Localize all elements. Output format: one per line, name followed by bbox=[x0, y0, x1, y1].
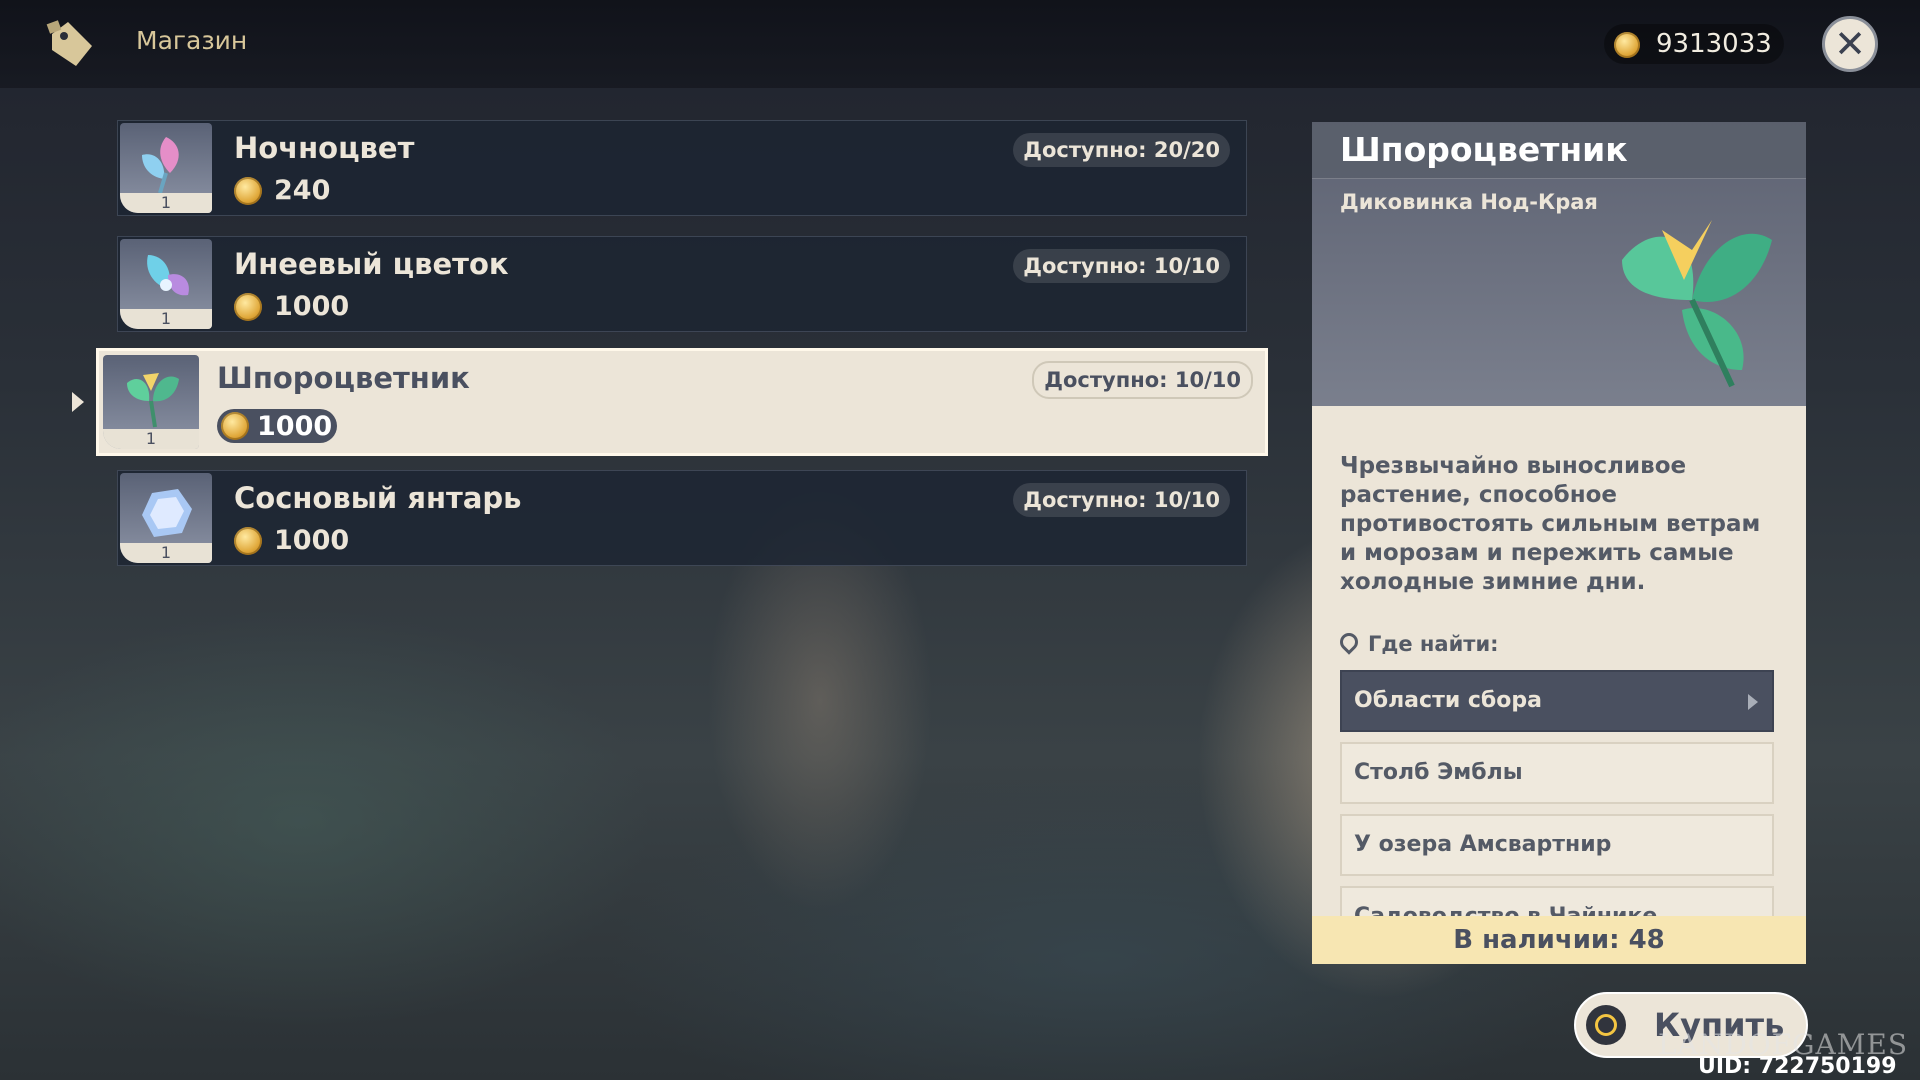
mora-coin-icon bbox=[234, 527, 262, 555]
mora-coin-icon bbox=[1614, 32, 1640, 58]
item-detail-panel: Шпороцветник Диковинка Нод-Края Чрезвыча… bbox=[1312, 122, 1806, 964]
currency-amount: 9313033 bbox=[1656, 29, 1772, 59]
item-thumbnail: 1 bbox=[103, 355, 199, 449]
shop-title: Магазин bbox=[136, 26, 248, 55]
mora-coin-icon bbox=[234, 293, 262, 321]
shop-item-row[interactable]: 1 Сосновый янтарь 1000 Доступно: 10/10 bbox=[117, 470, 1247, 566]
spur-flower-large-icon bbox=[1622, 220, 1772, 388]
item-thumbnail: 1 bbox=[120, 473, 212, 563]
item-name: Ночноцвет bbox=[234, 131, 415, 165]
item-price: 1000 bbox=[217, 409, 337, 443]
availability-badge: Доступно: 10/10 bbox=[1013, 249, 1230, 283]
shop-item-row[interactable]: 1 Инеевый цветок 1000 Доступно: 10/10 bbox=[117, 236, 1247, 332]
item-quantity: 1 bbox=[120, 193, 212, 213]
availability-badge: Доступно: 10/10 bbox=[1032, 361, 1253, 399]
close-icon: ✕ bbox=[1834, 22, 1866, 66]
item-name: Инеевый цветок bbox=[234, 247, 509, 281]
price-value: 1000 bbox=[257, 411, 333, 442]
shop-item-row[interactable]: 1 Ночноцвет 240 Доступно: 20/20 bbox=[117, 120, 1247, 216]
source-item[interactable]: Садоводство в Чайнике bbox=[1340, 886, 1774, 916]
item-thumbnail: 1 bbox=[120, 239, 212, 329]
item-quantity: 1 bbox=[120, 543, 212, 563]
price-value: 1000 bbox=[274, 525, 350, 556]
source-item[interactable]: У озера Амсвартнир bbox=[1340, 814, 1774, 876]
location-pin-icon bbox=[1336, 629, 1362, 655]
availability-badge: Доступно: 10/10 bbox=[1013, 483, 1230, 517]
shop-tag-icon bbox=[46, 20, 92, 66]
detail-body: Чрезвычайно выносливое растение, способн… bbox=[1312, 406, 1806, 916]
source-gathering-areas[interactable]: Области сбора bbox=[1340, 670, 1774, 732]
item-type: Диковинка Нод-Края bbox=[1340, 190, 1598, 214]
detail-title: Шпороцветник bbox=[1340, 130, 1628, 169]
mora-coin-icon bbox=[234, 177, 262, 205]
detail-header: Шпороцветник Диковинка Нод-Края bbox=[1312, 122, 1806, 406]
item-thumbnail: 1 bbox=[120, 123, 212, 213]
currency-display: 9313033 bbox=[1604, 24, 1784, 64]
selection-arrow-icon bbox=[72, 392, 84, 412]
item-description: Чрезвычайно выносливое растение, способн… bbox=[1340, 453, 1761, 595]
close-button[interactable]: ✕ bbox=[1822, 16, 1878, 72]
pine-amber-icon bbox=[142, 489, 192, 537]
item-name: Сосновый янтарь bbox=[234, 481, 522, 515]
price-value: 1000 bbox=[274, 291, 350, 322]
source-item[interactable]: Столб Эмблы bbox=[1340, 742, 1774, 804]
chevron-right-icon bbox=[1748, 694, 1758, 710]
night-flower-icon bbox=[142, 137, 179, 194]
spur-flower-icon bbox=[127, 373, 179, 428]
source-label: Столб Эмблы bbox=[1354, 760, 1523, 785]
item-quantity: 1 bbox=[120, 309, 212, 329]
availability-badge: Доступно: 20/20 bbox=[1013, 133, 1230, 167]
stock-count: В наличии: 48 bbox=[1312, 916, 1806, 964]
source-label: Области сбора bbox=[1354, 688, 1542, 713]
where-to-find-text: Где найти: bbox=[1368, 632, 1499, 656]
where-to-find-label: Где найти: bbox=[1336, 629, 1499, 656]
source-label: У озера Амсвартнир bbox=[1354, 832, 1612, 857]
item-name: Шпороцветник bbox=[217, 361, 470, 395]
price-value: 240 bbox=[274, 175, 331, 206]
uid-label: UID: 722750199 bbox=[1698, 1054, 1897, 1079]
frost-flower-icon bbox=[147, 255, 189, 296]
confirm-ring-icon bbox=[1586, 1005, 1626, 1045]
item-quantity: 1 bbox=[103, 429, 199, 449]
source-label: Садоводство в Чайнике bbox=[1354, 904, 1657, 916]
mora-coin-icon bbox=[221, 412, 249, 440]
shop-item-row-selected[interactable]: 1 Шпороцветник 1000 Доступно: 10/10 bbox=[96, 348, 1268, 456]
